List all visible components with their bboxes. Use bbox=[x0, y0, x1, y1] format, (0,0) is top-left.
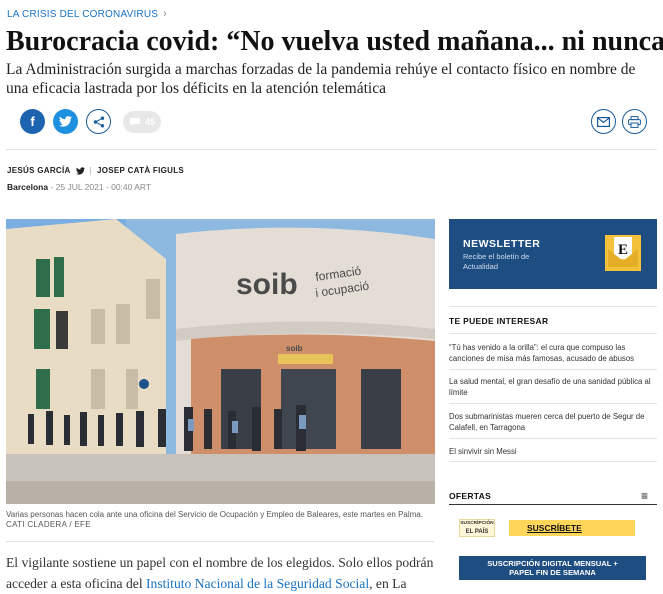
photo-illustration: soib formació i ocupació soib bbox=[6, 219, 435, 504]
divider bbox=[449, 504, 657, 505]
envelope-icon: E bbox=[605, 235, 641, 271]
offers-heading: OFERTAS bbox=[449, 491, 492, 501]
twitter-icon bbox=[59, 116, 72, 127]
caption-text: Varias personas hacen cola ante una ofic… bbox=[6, 510, 423, 519]
divider bbox=[449, 461, 657, 462]
photo-sign-small: soib bbox=[286, 344, 303, 353]
suggestion-link[interactable]: El sinvivir sin Messi bbox=[449, 447, 657, 458]
divider bbox=[6, 541, 434, 542]
article-photo[interactable]: soib formació i ocupació soib bbox=[6, 219, 435, 504]
newsletter-title: NEWSLETTER bbox=[463, 238, 541, 250]
mail-icon bbox=[597, 116, 610, 127]
suggestion-link[interactable]: Dos submarinistas mueren cerca del puert… bbox=[449, 412, 657, 433]
author-name[interactable]: JESÚS GARCÍA bbox=[7, 166, 71, 175]
divider bbox=[449, 438, 657, 439]
elpais-logo: SUSCRÍPCIÓN EL PAÍS bbox=[459, 519, 495, 537]
suggestions-heading: TE PUEDE INTERESAR bbox=[449, 316, 549, 326]
newsletter-promo[interactable]: NEWSLETTER Recibe el boletín de Actualid… bbox=[449, 219, 657, 289]
author-name[interactable]: JOSEP CATÀ FIGULS bbox=[97, 166, 184, 175]
print-button[interactable] bbox=[622, 109, 647, 134]
share-icon bbox=[93, 116, 104, 127]
article-subhead: La Administración surgida a marchas forz… bbox=[6, 61, 636, 97]
photo-caption: Varias personas hacen cola ante una ofic… bbox=[6, 510, 435, 530]
author-divider: | bbox=[89, 166, 93, 175]
photo-credit: CATI CLADERA / EFE bbox=[6, 520, 91, 529]
facebook-share-button[interactable]: f bbox=[20, 109, 45, 134]
body-text: , en La bbox=[369, 576, 407, 591]
divider bbox=[449, 306, 657, 307]
envelope-letter: E bbox=[618, 242, 628, 258]
inss-link[interactable]: Instituto Nacional de la Seguridad Socia… bbox=[146, 576, 369, 591]
speech-bubble-icon bbox=[129, 117, 140, 126]
newsletter-subtitle: Recibe el boletín de Actualidad bbox=[463, 252, 530, 271]
comments-button[interactable]: 45 bbox=[123, 110, 161, 133]
logo-line: SUSCRÍPCIÓN bbox=[460, 521, 494, 526]
dateline: Barcelona - 25 JUL 2021 - 00:40 ART bbox=[7, 182, 151, 192]
suggestion-link[interactable]: “Tú has venido a la orilla”: el cura que… bbox=[449, 343, 657, 364]
comment-count: 45 bbox=[144, 116, 155, 127]
subscribe-button[interactable]: SUSCRÍBETE bbox=[509, 520, 635, 536]
section-breadcrumb[interactable]: LA CRISIS DEL CORONAVIRUS › bbox=[7, 8, 167, 20]
menu-icon[interactable]: ≡ bbox=[641, 489, 648, 503]
subscribe-row: SUSCRÍPCIÓN EL PAÍS SUSCRÍBETE bbox=[459, 517, 646, 539]
article-body: El vigilante sostiene un papel con el no… bbox=[6, 552, 434, 594]
subscription-plan-button[interactable]: SUSCRIPCIÓN DIGITAL MENSUAL + PAPEL FIN … bbox=[459, 556, 646, 580]
divider bbox=[6, 149, 657, 150]
plan-line: SUSCRIPCIÓN DIGITAL MENSUAL + bbox=[487, 559, 618, 568]
share-button[interactable] bbox=[86, 109, 111, 134]
twitter-icon[interactable] bbox=[75, 166, 85, 175]
twitter-share-button[interactable] bbox=[53, 109, 78, 134]
photo-sign-soib: soib bbox=[236, 268, 298, 301]
suggestion-link[interactable]: La salud mental, el gran desafío de una … bbox=[449, 377, 657, 398]
share-bar: f 45 bbox=[20, 109, 161, 134]
location: Barcelona bbox=[7, 182, 49, 192]
byline: JESÚS GARCÍA | JOSEP CATÀ FIGULS bbox=[7, 166, 184, 175]
article-headline: Burocracia covid: “No vuelva usted mañan… bbox=[6, 26, 663, 57]
facebook-icon: f bbox=[30, 114, 35, 129]
plan-line: PAPEL FIN DE SEMANA bbox=[509, 568, 596, 577]
logo-line: EL PAÍS bbox=[465, 529, 489, 535]
divider bbox=[449, 333, 657, 334]
section-label[interactable]: LA CRISIS DEL CORONAVIRUS bbox=[7, 9, 158, 20]
utility-icons bbox=[591, 109, 647, 134]
divider bbox=[449, 369, 657, 370]
publish-date: - 25 JUL 2021 - 00:40 ART bbox=[48, 182, 152, 192]
email-button[interactable] bbox=[591, 109, 616, 134]
divider bbox=[449, 403, 657, 404]
print-icon bbox=[628, 115, 641, 128]
chevron-right-icon: › bbox=[163, 8, 168, 20]
